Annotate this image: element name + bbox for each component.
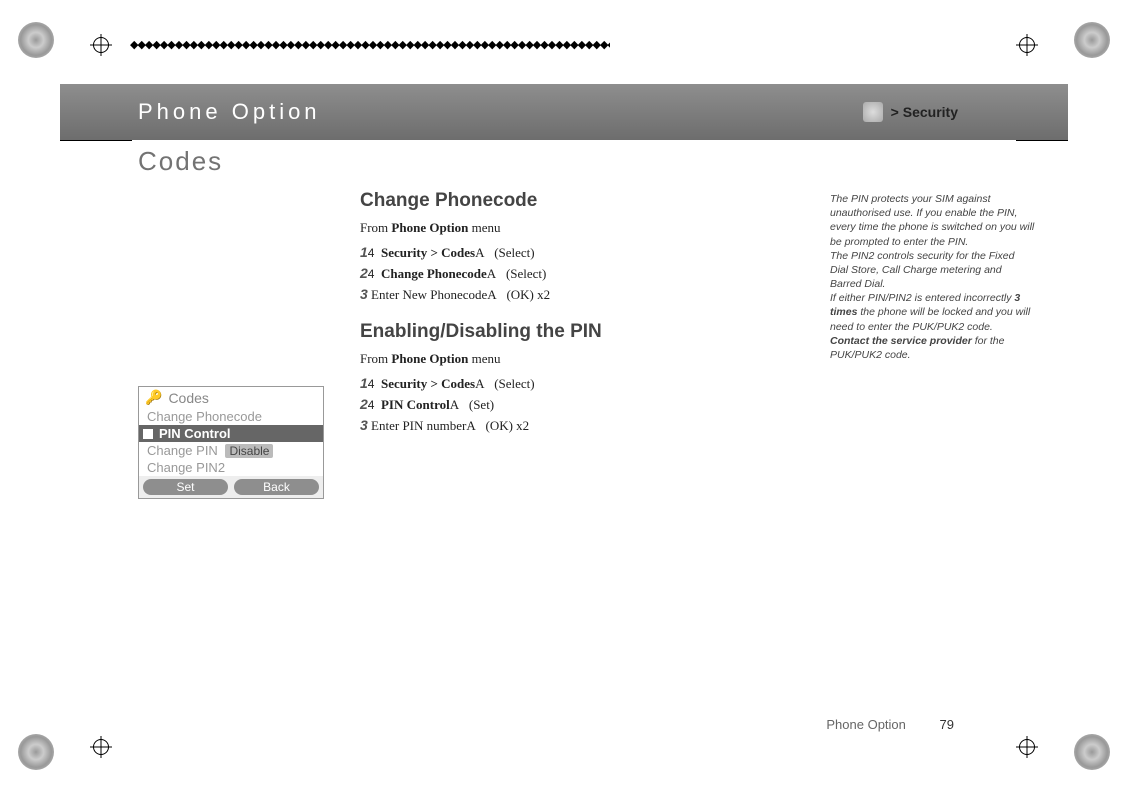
step-suffix: (Select) <box>506 266 546 281</box>
step-suffix: (OK) x2 <box>506 287 550 302</box>
step-tail: A <box>487 287 496 302</box>
step-bold: Change Phonecode <box>381 266 487 281</box>
phone-menu-item: Change Phonecode <box>139 408 323 425</box>
rule-left <box>60 140 132 141</box>
from-prefix: From <box>360 351 391 366</box>
phone-menu-item: Change PIN2 <box>139 459 323 476</box>
phone-screen-title: 🔑 Codes <box>139 387 323 408</box>
header-band: Phone Option > Security <box>60 84 1068 140</box>
step-tail: A <box>450 397 459 412</box>
step-tail: A <box>487 266 496 281</box>
section-heading: Change Phonecode <box>360 190 790 212</box>
page-number: 79 <box>940 717 954 732</box>
step-plain: Enter PIN number <box>371 418 466 433</box>
step-number: 3 <box>360 417 368 433</box>
step-bold: Security > Codes <box>381 245 475 260</box>
phone-menu-item-label: PIN Control <box>159 426 231 441</box>
print-corner-circle <box>18 734 54 770</box>
header-title: Phone Option <box>60 99 321 125</box>
phone-screen-illustration: 🔑 Codes Change Phonecode PIN Control Cha… <box>138 386 324 499</box>
softkey-right: Back <box>234 479 319 495</box>
print-corner-circle <box>1074 22 1110 58</box>
step-number: 2 <box>360 265 368 281</box>
step-suffix: (Select) <box>494 376 534 391</box>
phone-menu-item: Change PIN Disable <box>139 442 323 459</box>
step-number: 3 <box>360 286 368 302</box>
section-heading: Enabling/Disabling the PIN <box>360 321 790 343</box>
step-number: 1 <box>360 375 368 391</box>
phone-menu-item-selected: PIN Control <box>139 425 323 442</box>
step-number: 2 <box>360 396 368 412</box>
from-menu: Phone Option <box>391 351 468 366</box>
print-corner-circle <box>18 22 54 58</box>
rule-right <box>1016 140 1068 141</box>
header-breadcrumb-area: > Security <box>863 102 958 122</box>
step-tail: A <box>466 418 475 433</box>
from-suffix: menu <box>468 220 500 235</box>
note-p4a: Contact the service provider <box>830 335 972 347</box>
step-arrow: 4 <box>368 377 375 391</box>
main-content: Change Phonecode From Phone Option menu … <box>360 190 790 438</box>
from-prefix: From <box>360 220 391 235</box>
step-suffix: (Select) <box>494 245 534 260</box>
phone-softkey-row: Set Back <box>139 476 323 498</box>
security-icon <box>863 102 883 122</box>
from-menu: Phone Option <box>391 220 468 235</box>
step-line: 14 Security > CodesA (Select) <box>360 244 790 261</box>
step-line: 24 Change PhonecodeA (Select) <box>360 265 790 282</box>
step-number: 1 <box>360 244 368 260</box>
step-line: 24 PIN ControlA (Set) <box>360 396 790 413</box>
note-p1: The PIN protects your SIM against unauth… <box>830 193 1034 248</box>
page-frame: Phone Option > Security Codes Change Pho… <box>60 30 1068 762</box>
from-line: From Phone Option menu <box>360 351 790 367</box>
breadcrumb: > Security <box>891 104 958 120</box>
footer: Phone Option 79 <box>826 717 954 732</box>
page-title: Codes <box>138 146 223 177</box>
phone-menu-badge: Disable <box>225 444 273 458</box>
note-p3c: the phone will be locked and you will ne… <box>830 306 1030 332</box>
step-suffix: (OK) x2 <box>486 418 530 433</box>
phone-screen-title-text: Codes <box>168 390 208 406</box>
step-arrow: 4 <box>368 398 375 412</box>
note-p3a: If either PIN/PIN2 is entered incorrectl… <box>830 292 1014 304</box>
print-corner-circle <box>1074 734 1110 770</box>
step-line: 14 Security > CodesA (Select) <box>360 375 790 392</box>
step-suffix: (Set) <box>469 397 494 412</box>
step-tail: A <box>475 376 484 391</box>
note-p2: The PIN2 controls security for the Fixed… <box>830 250 1014 290</box>
step-line: 3 Enter PIN numberA (OK) x2 <box>360 417 790 434</box>
step-bold: Security > Codes <box>381 376 475 391</box>
phone-menu-item-label: Change PIN <box>147 443 218 458</box>
softkey-left: Set <box>143 479 228 495</box>
footer-label: Phone Option <box>826 717 906 732</box>
step-arrow: 4 <box>368 267 375 281</box>
step-arrow: 4 <box>368 246 375 260</box>
sidebar-note: The PIN protects your SIM against unauth… <box>830 192 1035 362</box>
step-line: 3 Enter New PhonecodeA (OK) x2 <box>360 286 790 303</box>
from-suffix: menu <box>468 351 500 366</box>
step-plain: Enter New Phonecode <box>371 287 487 302</box>
step-bold: PIN Control <box>381 397 450 412</box>
key-icon: 🔑 <box>145 389 162 406</box>
step-tail: A <box>475 245 484 260</box>
from-line: From Phone Option menu <box>360 220 790 236</box>
